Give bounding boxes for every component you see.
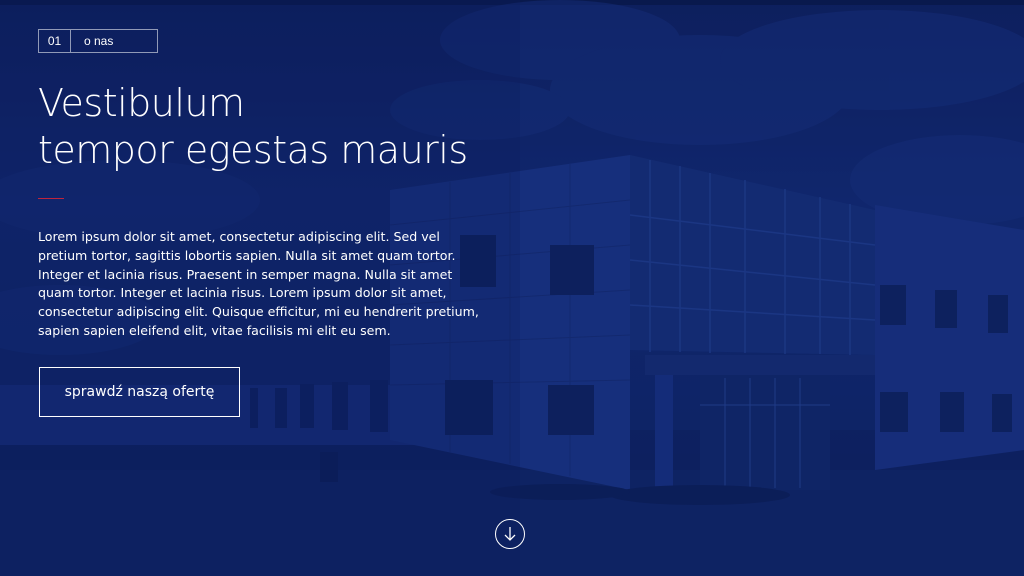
- section-label: o nas: [84, 34, 114, 48]
- hero-description: Lorem ipsum dolor sit amet, consectetur …: [38, 229, 479, 338]
- hero-title-line-2: tempor egestas mauris: [38, 128, 468, 172]
- section-indicator: 01 o nas: [38, 29, 158, 53]
- title-accent-divider: [38, 198, 64, 199]
- view-offer-button[interactable]: sprawdź naszą ofertę: [39, 367, 240, 417]
- arrow-down-circle-icon: [504, 527, 516, 541]
- hero-title: Vestibulum tempor egestas mauris: [38, 80, 468, 174]
- hero-title-line-1: Vestibulum: [38, 81, 245, 125]
- scroll-down-button[interactable]: [495, 519, 525, 549]
- section-number: 01: [39, 30, 71, 52]
- hero-section: 01 o nas Vestibulum tempor egestas mauri…: [0, 0, 1024, 576]
